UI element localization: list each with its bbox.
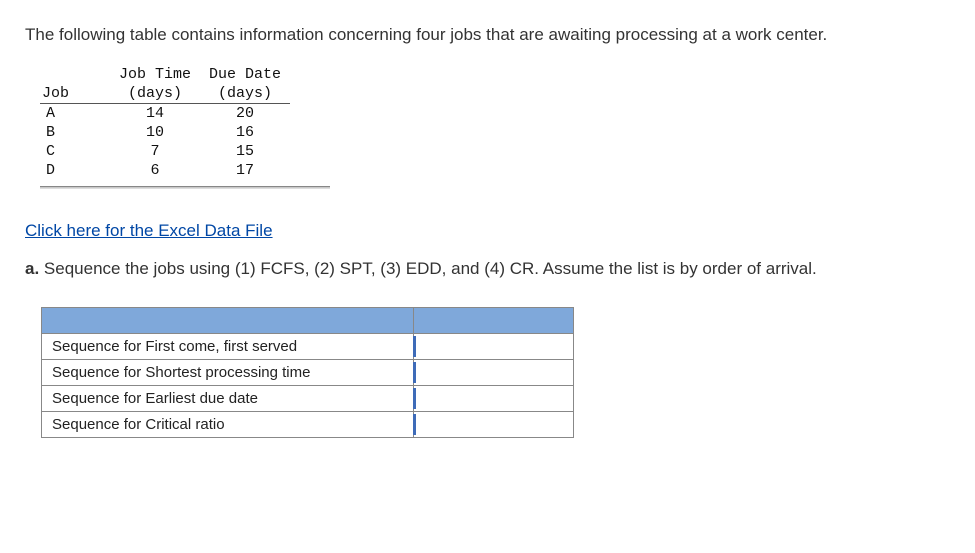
edd-input[interactable] — [414, 387, 573, 411]
input-marker-icon — [413, 388, 416, 409]
col-header-due-date-sub: (days) — [200, 84, 290, 104]
col-header-job-time-sub: (days) — [110, 84, 200, 104]
col-header-due-date-top: Due Date — [200, 65, 290, 84]
cell: B — [40, 123, 110, 142]
cell: 20 — [200, 104, 290, 124]
answer-label: Sequence for Earliest due date — [42, 386, 414, 412]
question-a: a. Sequence the jobs using (1) FCFS, (2)… — [25, 259, 950, 279]
cell: 6 — [110, 161, 200, 180]
job-data-table: Job Time Due Date Job (days) (days) A 14… — [40, 65, 290, 180]
cell: 14 — [110, 104, 200, 124]
cell: D — [40, 161, 110, 180]
answer-row: Sequence for Earliest due date — [42, 386, 574, 412]
answer-row: Sequence for Shortest processing time — [42, 360, 574, 386]
cell: 7 — [110, 142, 200, 161]
cell: 10 — [110, 123, 200, 142]
cr-input[interactable] — [414, 413, 573, 437]
answer-row: Sequence for Critical ratio — [42, 412, 574, 438]
table-row: A 14 20 — [40, 104, 290, 124]
answer-label: Sequence for Shortest processing time — [42, 360, 414, 386]
answer-table-header — [42, 308, 574, 334]
table-row: D 6 17 — [40, 161, 290, 180]
input-marker-icon — [413, 414, 416, 435]
cell: A — [40, 104, 110, 124]
answer-table: Sequence for First come, first served Se… — [41, 307, 574, 438]
col-header-job-time-top: Job Time — [110, 65, 200, 84]
table-row: B 10 16 — [40, 123, 290, 142]
cell: 15 — [200, 142, 290, 161]
answer-row: Sequence for First come, first served — [42, 334, 574, 360]
excel-data-file-link[interactable]: Click here for the Excel Data File — [25, 221, 273, 241]
answer-label: Sequence for Critical ratio — [42, 412, 414, 438]
intro-text: The following table contains information… — [25, 25, 950, 45]
table-bottom-border — [40, 186, 330, 189]
input-marker-icon — [413, 336, 416, 357]
cell: 16 — [200, 123, 290, 142]
question-a-text: Sequence the jobs using (1) FCFS, (2) SP… — [39, 259, 817, 278]
table-row: C 7 15 — [40, 142, 290, 161]
cell: C — [40, 142, 110, 161]
fcfs-input[interactable] — [414, 335, 573, 359]
spt-input[interactable] — [414, 361, 573, 385]
input-marker-icon — [413, 362, 416, 383]
question-a-label: a. — [25, 259, 39, 278]
col-header-job: Job — [40, 84, 110, 104]
cell: 17 — [200, 161, 290, 180]
answer-label: Sequence for First come, first served — [42, 334, 414, 360]
